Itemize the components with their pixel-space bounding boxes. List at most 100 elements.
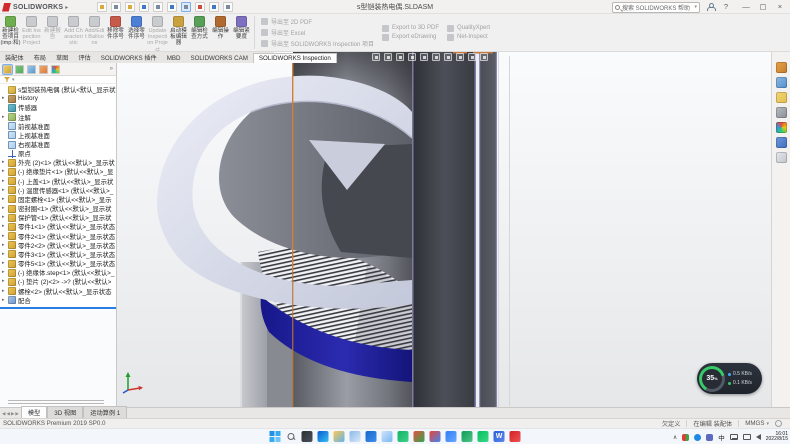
display-tray-icon[interactable] <box>743 434 751 440</box>
display-style-icon[interactable] <box>444 53 452 61</box>
forum-icon[interactable] <box>776 152 787 163</box>
graphics-viewport[interactable]: 35% 0.5 KB/s 0.1 KB/s <box>117 52 771 407</box>
design-library-icon[interactable] <box>776 77 787 88</box>
home-resources-icon[interactable] <box>776 62 787 73</box>
tree-item[interactable]: (-) 绝缘体.step<1> (默认<<默认>_ <box>0 268 116 277</box>
tray-shield-icon[interactable] <box>706 434 713 441</box>
help-search-box[interactable]: 搜索 SOLIDWORKS 帮助 ▾ <box>612 2 700 13</box>
custom-properties-icon[interactable] <box>776 137 787 148</box>
ribbon-button[interactable]: Add/Edit Balloons <box>84 14 105 51</box>
taskbar-app-icon[interactable] <box>478 431 489 442</box>
clock[interactable]: 16:01 2022/8/15 <box>766 432 788 443</box>
tree-item[interactable]: s型铠装热电偶 (默认<默认_显示状态-1 <box>0 85 116 94</box>
restore-button[interactable]: ▢ <box>755 0 771 13</box>
undo-icon[interactable] <box>167 2 177 12</box>
taskbar-app-icon[interactable] <box>430 431 441 442</box>
dynamic-annotation-icon[interactable] <box>420 53 428 61</box>
taskbar-app-icon[interactable] <box>382 431 393 442</box>
command-tab[interactable]: 布局 <box>29 52 51 63</box>
taskbar-app-icon[interactable] <box>318 431 329 442</box>
zoom-area-icon[interactable] <box>384 53 392 61</box>
taskbar-app-icon[interactable]: W <box>494 431 505 442</box>
ribbon-menu-item[interactable]: Export eDrawing <box>382 34 439 41</box>
minimize-button[interactable]: — <box>738 0 754 13</box>
options-gear-icon[interactable] <box>223 2 233 12</box>
command-tab[interactable]: 草图 <box>51 52 73 63</box>
tree-item[interactable]: 右视基准面 <box>0 140 116 149</box>
tree-item[interactable]: 零件3<1> (默认<<默认>_显示状态 <box>0 250 116 259</box>
screen-recorder-widget[interactable]: 35% 0.5 KB/s 0.1 KB/s <box>697 363 762 394</box>
tree-item[interactable]: 注解 <box>0 112 116 121</box>
pane-resize-grip[interactable] <box>8 400 104 401</box>
tree-item[interactable]: (-) 绝缘垫片<1> (默认<<默认>_显 <box>0 167 116 176</box>
ribbon-menu-item[interactable]: 导出至 SOLIDWORKS Inspection 项目 <box>261 39 374 48</box>
command-tab[interactable]: 评估 <box>73 52 95 63</box>
tree-item[interactable]: 前视基准面 <box>0 122 116 131</box>
taskbar-app-icon[interactable] <box>270 431 281 442</box>
display-settings-icon[interactable] <box>209 2 219 12</box>
dimxpertmanager-tab-icon[interactable] <box>39 65 48 74</box>
command-tab[interactable]: MBD <box>162 54 186 63</box>
tab-overflow-icon[interactable]: » <box>110 66 113 72</box>
help-button[interactable]: ? <box>718 0 734 13</box>
scroll-last-icon[interactable]: ▶ <box>15 411 18 417</box>
close-button[interactable]: × <box>772 0 788 13</box>
tree-item[interactable]: 配合 <box>0 296 116 305</box>
command-tab[interactable]: SOLIDWORKS Inspection <box>253 53 337 63</box>
filter-dropdown-icon[interactable]: ▾ <box>12 77 15 83</box>
open-icon[interactable] <box>125 2 135 12</box>
tree-item[interactable]: History <box>0 94 116 103</box>
tray-expand-icon[interactable]: ∧ <box>673 434 677 441</box>
select-arrow-icon[interactable] <box>181 2 191 12</box>
tree-item[interactable]: (-) 垫片 (2)<2> ->? (默认<<默认> <box>0 277 116 286</box>
edit-appearance-icon[interactable] <box>468 53 476 61</box>
scroll-first-icon[interactable]: ◀ <box>2 411 5 417</box>
tray-app-icon[interactable] <box>682 434 689 441</box>
taskbar-app-icon[interactable] <box>366 431 377 442</box>
ime-mode-indicator[interactable]: 中 <box>718 432 725 442</box>
volume-icon[interactable] <box>756 434 761 440</box>
taskbar-app-icon[interactable] <box>414 431 425 442</box>
tree-item[interactable]: 固定螺栓<1> (默认<<默认>_显示 <box>0 195 116 204</box>
ribbon-button[interactable]: Update Inspection Project <box>147 14 168 51</box>
tree-item[interactable]: 保护管<1> (默认<<默认>_显示状 <box>0 213 116 222</box>
save-icon[interactable] <box>139 2 149 12</box>
ribbon-button[interactable]: 新建报告 <box>42 14 63 51</box>
apply-scene-icon[interactable] <box>480 53 488 61</box>
view-orientation-icon[interactable] <box>432 53 440 61</box>
tree-item[interactable]: 零件5<1> (默认<<默认>_显示状态 <box>0 259 116 268</box>
command-tab[interactable]: SOLIDWORKS 插件 <box>96 52 162 63</box>
hide-show-items-icon[interactable] <box>456 53 464 61</box>
command-tab[interactable]: 装配体 <box>0 52 29 63</box>
taskbar-app-icon[interactable] <box>286 431 297 442</box>
ribbon-menu-item[interactable]: QualityXpert <box>447 25 490 32</box>
ribbon-button[interactable]: Add Characteristic <box>63 14 84 51</box>
featuremanager-tab-icon[interactable] <box>3 65 12 74</box>
rebuild-icon[interactable] <box>195 2 205 12</box>
search-dropdown-icon[interactable]: ▾ <box>694 4 697 10</box>
home-icon[interactable] <box>97 2 107 12</box>
taskbar-app-icon[interactable] <box>398 431 409 442</box>
ribbon-button[interactable]: 编辑检查方式 <box>189 14 210 51</box>
ribbon-menu-item[interactable]: 导出至 2D PDF <box>261 17 374 26</box>
zoom-fit-icon[interactable] <box>372 53 380 61</box>
ribbon-button[interactable]: 移除零件序号 <box>105 14 126 51</box>
file-explorer-icon[interactable] <box>776 92 787 103</box>
ribbon-menu-item[interactable]: 导出至 Excel <box>261 28 374 37</box>
tray-app-icon[interactable] <box>694 434 701 441</box>
taskbar-app-icon[interactable] <box>462 431 473 442</box>
ime-keyboard-icon[interactable] <box>730 434 738 440</box>
taskbar-app-icon[interactable] <box>350 431 361 442</box>
taskbar-app-icon[interactable] <box>446 431 457 442</box>
menu-expand-icon[interactable]: ▸ <box>65 4 68 11</box>
tree-item[interactable]: (-) 温度传感器<1> (默认<<默认>_ <box>0 186 116 195</box>
scroll-right-icon[interactable]: ▶ <box>11 411 14 417</box>
tree-item[interactable]: 上视基准面 <box>0 131 116 140</box>
print-icon[interactable] <box>153 2 163 12</box>
new-document-icon[interactable] <box>111 2 121 12</box>
taskbar-app-icon[interactable] <box>334 431 345 442</box>
ribbon-button[interactable]: 编辑操作 <box>210 14 231 51</box>
taskbar-app-icon[interactable] <box>510 431 521 442</box>
section-view-icon[interactable] <box>408 53 416 61</box>
status-settings-icon[interactable] <box>775 420 782 427</box>
